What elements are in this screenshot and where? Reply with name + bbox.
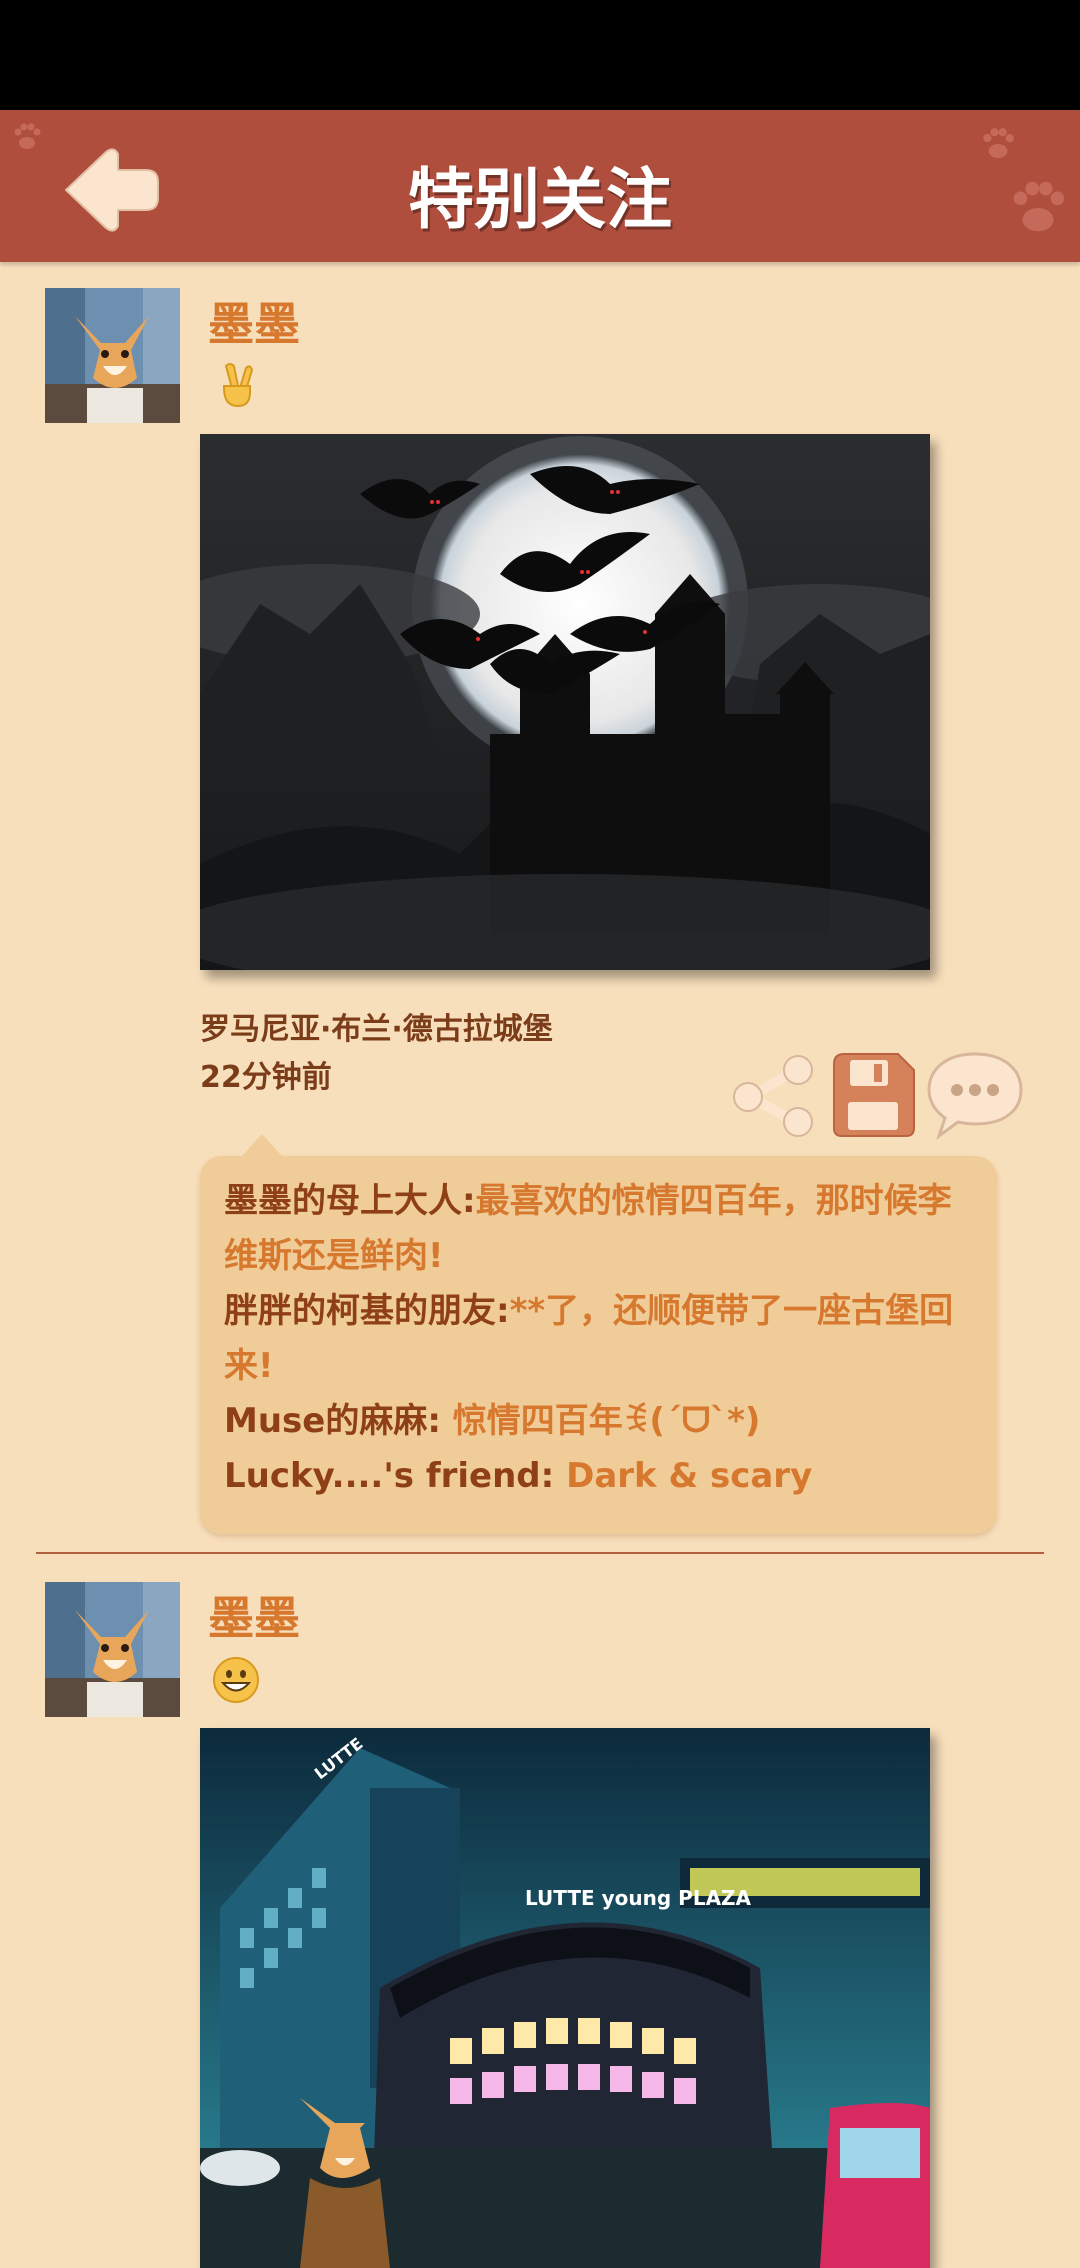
save-icon[interactable] (828, 1050, 918, 1140)
comment-text: Dark & scary (566, 1456, 813, 1496)
bubble-notch (242, 1134, 282, 1156)
comment-author: 胖胖的柯基的朋友: (224, 1291, 510, 1331)
post-location: 罗马尼亚·布兰·德古拉城堡 (200, 1012, 553, 1047)
status-bar (0, 0, 1080, 110)
comment-section: 墨墨的母上大人:最喜欢的惊情四百年，那时候李维斯还是鲜肉! 胖胖的柯基的朋友:*… (200, 1134, 997, 1534)
victory-hand-emoji-icon (223, 363, 254, 408)
post-photo[interactable]: LUTTE young PLAZA LUTTE (200, 1728, 930, 2268)
page-title: 特别关注 (408, 161, 672, 238)
top-bar: 特别关注 (0, 110, 1080, 262)
post-timestamp: 22分钟前 (200, 1060, 332, 1095)
comment-icon[interactable] (925, 1048, 1025, 1140)
post-card: 墨墨 罗马尼亚·布兰·德古拉城堡 22分钟前 墨墨的母上大人:最喜欢的惊情四百年… (0, 262, 1080, 1558)
comment-text: 惊情四百年ꉂ(ˊᗜˋ*) (452, 1401, 761, 1441)
username[interactable]: 墨墨 (208, 1582, 300, 1648)
avatar[interactable] (45, 288, 180, 423)
grinning-face-emoji-icon (213, 1657, 259, 1703)
avatar[interactable] (45, 1582, 180, 1717)
comment-author: Muse的麻麻: (224, 1401, 441, 1441)
comment-item[interactable]: Lucky....'s friend: Dark & scary (224, 1449, 967, 1504)
comment-author: Lucky....'s friend: (224, 1456, 555, 1496)
comment-author: 墨墨的母上大人: (224, 1181, 476, 1221)
comment-item[interactable]: Muse的麻麻: 惊情四百年ꉂ(ˊᗜˋ*) (224, 1394, 967, 1449)
comment-item[interactable]: 胖胖的柯基的朋友:**了，还顺便带了一座古堡回来! (224, 1284, 967, 1394)
comment-item[interactable]: 墨墨的母上大人:最喜欢的惊情四百年，那时候李维斯还是鲜肉! (224, 1174, 967, 1284)
username[interactable]: 墨墨 (208, 288, 300, 354)
post-photo[interactable] (200, 434, 930, 970)
post-card: 墨墨 LUTTE young PLAZA LUTTE (0, 1556, 1080, 2268)
share-icon[interactable] (728, 1052, 820, 1138)
post-divider (36, 1552, 1044, 1554)
mall-sign: LUTTE young PLAZA (525, 1886, 752, 1910)
